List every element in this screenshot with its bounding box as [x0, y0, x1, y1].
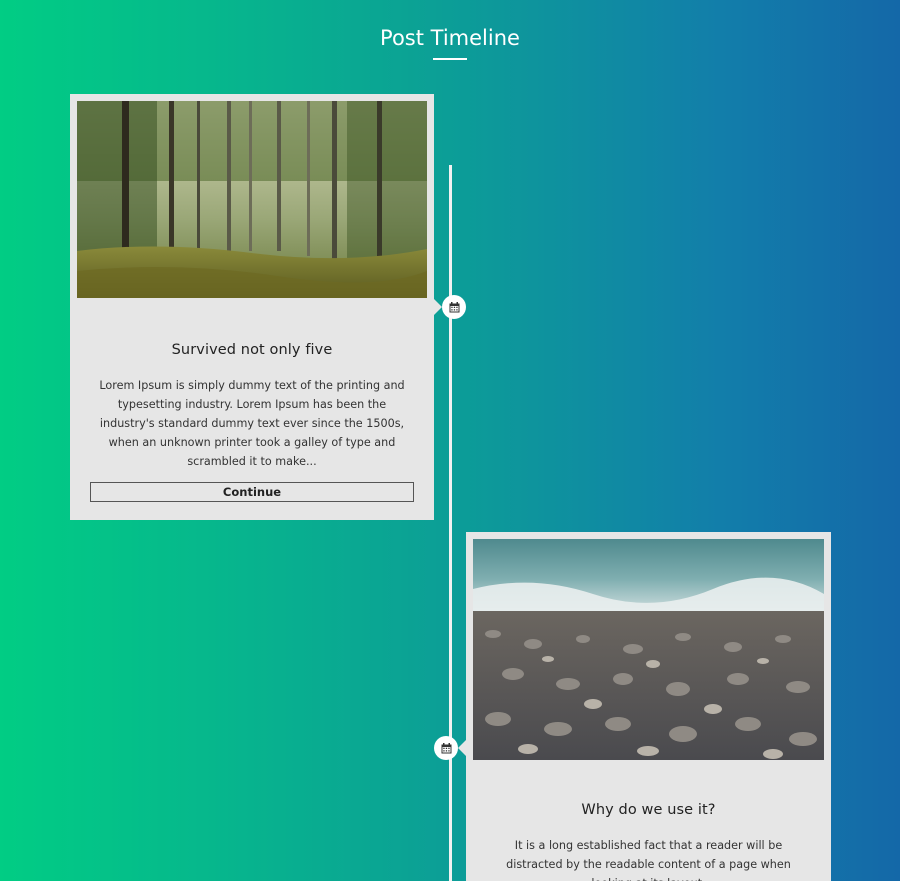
timeline-post-card: Why do we use it? It is a long establish…	[466, 532, 831, 881]
post-title[interactable]: Survived not only five	[77, 342, 427, 358]
post-image-forest[interactable]	[77, 101, 427, 298]
post-title[interactable]: Why do we use it?	[473, 802, 824, 818]
card-pointer-arrow	[434, 299, 442, 315]
post-image-pebble-beach[interactable]	[473, 539, 824, 760]
title-underline	[433, 58, 467, 60]
timeline-line	[449, 165, 452, 881]
page-title: Post Timeline	[380, 26, 520, 50]
calendar-icon	[434, 736, 458, 760]
timeline-post-card: Survived not only five Lorem Ipsum is si…	[70, 94, 434, 520]
continue-button[interactable]: Continue	[90, 482, 414, 502]
card-pointer-arrow	[458, 740, 466, 756]
post-excerpt: Lorem Ipsum is simply dummy text of the …	[99, 379, 405, 468]
post-excerpt: It is a long established fact that a rea…	[506, 839, 791, 881]
calendar-icon	[442, 295, 466, 319]
